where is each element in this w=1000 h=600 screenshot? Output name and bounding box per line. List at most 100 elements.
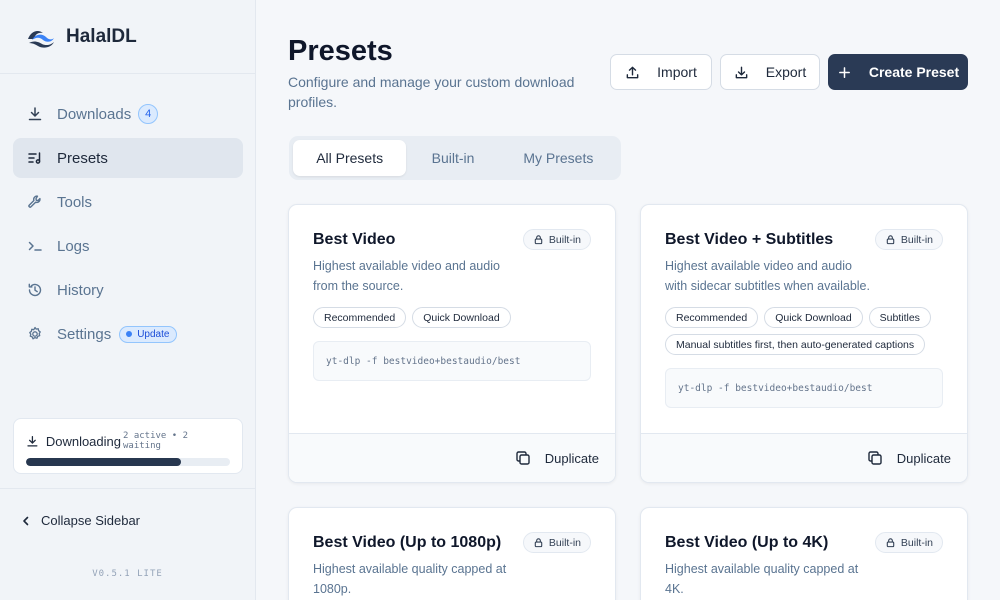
tag-recommended: Recommended	[665, 307, 759, 328]
preset-description: Highest available quality capped at 1080…	[313, 560, 513, 599]
download-progress-bar	[26, 458, 230, 466]
wrench-icon	[27, 194, 43, 210]
page-title: Presets	[288, 35, 393, 67]
badge-label: Built-in	[548, 233, 581, 246]
duplicate-label: Duplicate	[896, 450, 951, 466]
update-badge-label: Update	[137, 328, 170, 340]
card-footer: Duplicate	[641, 433, 967, 482]
create-preset-button[interactable]: Create Preset	[828, 54, 968, 90]
tag-recommended: Recommended	[313, 307, 407, 328]
sidebar-nav: Downloads 4 Presets Tools Logs History S…	[13, 94, 243, 358]
preset-card[interactable]: Best Video (Up to 1080p) Built-in Highes…	[288, 507, 616, 600]
preset-description-line: 1080p.	[313, 581, 352, 596]
download-status-card[interactable]: Downloading 2 active • 2 waiting	[13, 418, 243, 474]
preset-tabs: All Presets Built-in My Presets	[289, 136, 621, 180]
preset-title: Best Video (Up to 1080p)	[313, 534, 502, 551]
wave-logo-icon	[28, 30, 54, 48]
tag-subtitles: Subtitles	[868, 307, 931, 328]
preset-command: yt-dlp -f bestvideo+bestaudio/best	[313, 341, 591, 381]
sidebar-item-label: Logs	[57, 237, 90, 255]
collapse-sidebar-label: Collapse Sidebar	[41, 513, 141, 528]
preset-title: Best Video + Subtitles	[665, 231, 834, 248]
download-icon	[27, 435, 38, 447]
sidebar-item-tools[interactable]: Tools	[13, 182, 243, 222]
badge-label: Built-in	[900, 536, 933, 549]
collapse-sidebar-button[interactable]: Collapse Sidebar	[0, 488, 255, 552]
preset-description-line: Highest available quality capped at	[665, 562, 859, 576]
app-name: HalalDL	[66, 25, 137, 47]
built-in-badge: Built-in	[522, 229, 591, 250]
sidebar-item-label: Settings	[57, 325, 112, 343]
preset-card[interactable]: Best Video (Up to 4K) Built-in Highest a…	[640, 507, 968, 600]
badge-label: Built-in	[548, 536, 581, 549]
badge-label: Built-in	[900, 233, 933, 246]
download-status-label: Downloading	[45, 433, 121, 449]
copy-icon	[868, 451, 882, 465]
preset-card[interactable]: Best Video Built-in Highest available vi…	[288, 204, 616, 483]
preset-title: Best Video (Up to 4K)	[665, 534, 829, 551]
list-music-icon	[27, 150, 43, 166]
downloads-count-badge: 4	[138, 104, 159, 124]
download-status-meta: 2 active • 2 waiting	[123, 431, 189, 451]
preset-description-line: 4K.	[665, 581, 684, 596]
brand[interactable]: HalalDL	[0, 0, 255, 74]
preset-description: Highest available video and audio from t…	[313, 257, 513, 296]
built-in-badge: Built-in	[874, 229, 943, 250]
import-button[interactable]: Import	[610, 54, 712, 90]
history-icon	[27, 282, 43, 298]
download-icon	[735, 66, 748, 78]
sidebar-item-logs[interactable]: Logs	[13, 226, 243, 266]
preset-tags: Recommended Quick Download Subtitles Man…	[665, 307, 950, 355]
built-in-badge: Built-in	[522, 532, 591, 553]
terminal-icon	[27, 238, 43, 254]
tab-built-in[interactable]: Built-in	[406, 140, 499, 176]
sidebar: HalalDL Downloads 4 Presets Tools Logs H…	[0, 0, 256, 600]
preset-description: Highest available video and audio with s…	[665, 257, 905, 296]
plus-icon	[838, 66, 850, 78]
download-progress-fill	[26, 458, 182, 466]
preset-tags: Recommended Quick Download	[313, 307, 598, 328]
chevron-left-icon	[23, 516, 29, 525]
download-icon	[27, 106, 43, 122]
sidebar-item-label: Tools	[57, 193, 93, 211]
sidebar-item-label: Presets	[57, 149, 108, 167]
sidebar-item-label: History	[57, 281, 104, 299]
sidebar-item-label: Downloads	[57, 105, 132, 123]
preset-card[interactable]: Best Video + Subtitles Built-in Highest …	[640, 204, 968, 483]
preset-description: Highest available quality capped at 4K.	[665, 560, 865, 599]
lock-icon	[534, 538, 543, 548]
duplicate-label: Duplicate	[544, 450, 599, 466]
lock-icon	[886, 235, 895, 245]
tab-my-presets[interactable]: My Presets	[500, 140, 617, 176]
duplicate-button[interactable]: Duplicate	[515, 450, 599, 466]
page-subtitle: Configure and manage your custom downloa…	[288, 74, 575, 110]
import-label: Import	[657, 64, 697, 80]
main-content: Presets Configure and manage your custom…	[256, 0, 1000, 600]
update-dot	[126, 331, 133, 337]
update-badge[interactable]: Update	[119, 325, 178, 343]
duplicate-button[interactable]: Duplicate	[867, 450, 951, 466]
sidebar-item-history[interactable]: History	[13, 270, 243, 310]
tag-quick-download: Quick Download	[764, 307, 863, 328]
sidebar-item-settings[interactable]: Settings Update	[13, 314, 243, 354]
preset-description-line: from the source.	[313, 278, 404, 293]
lock-icon	[534, 235, 543, 245]
preset-description-line: with sidecar subtitles when available.	[665, 278, 870, 293]
gear-icon	[27, 326, 43, 342]
built-in-badge: Built-in	[874, 532, 943, 553]
export-button[interactable]: Export	[720, 54, 820, 90]
preset-description-line: Highest available video and audio	[313, 259, 500, 273]
sidebar-item-downloads[interactable]: Downloads 4	[13, 94, 243, 134]
tab-all-presets[interactable]: All Presets	[293, 140, 407, 176]
preset-description-line: Highest available video and audio	[665, 259, 852, 273]
sidebar-item-presets[interactable]: Presets	[13, 138, 243, 178]
preset-title: Best Video	[313, 231, 396, 248]
tag-quick-download: Quick Download	[412, 307, 511, 328]
upload-icon	[626, 66, 639, 78]
preset-description-line: Highest available quality capped at	[313, 562, 507, 576]
card-footer: Duplicate	[289, 433, 615, 482]
app-version: V0.5.1 LITE	[92, 569, 163, 579]
copy-icon	[516, 451, 530, 465]
lock-icon	[886, 538, 895, 548]
tag-subtitle-order: Manual subtitles first, then auto-genera…	[665, 334, 926, 355]
